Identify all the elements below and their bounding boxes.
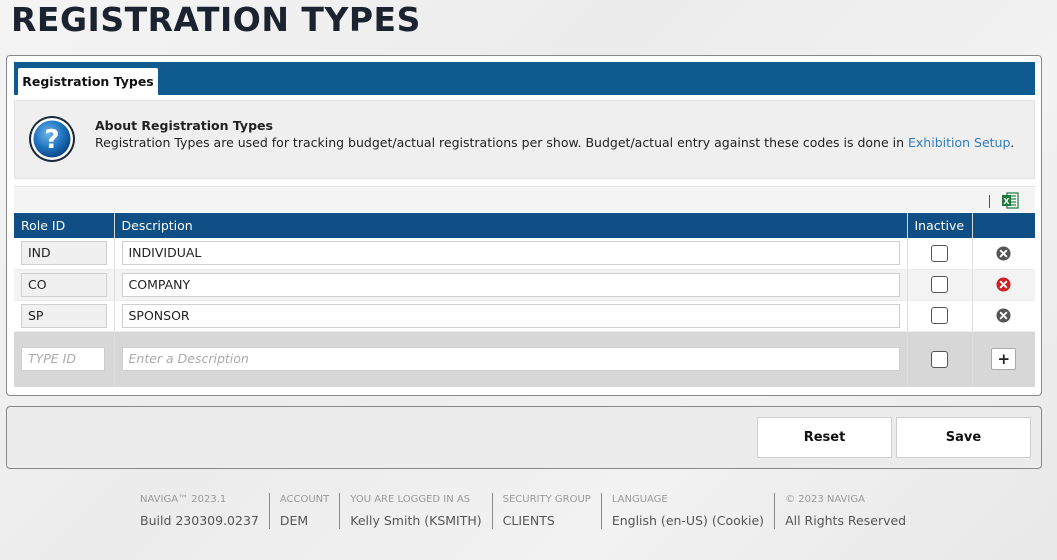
footer-label: SECURITY GROUP: [502, 494, 591, 505]
save-button[interactable]: Save: [896, 417, 1031, 458]
actions-panel: Reset Save: [6, 406, 1042, 469]
main-panel: Registration Types ? About Registration …: [6, 55, 1042, 396]
tab-registration-types[interactable]: Registration Types: [18, 68, 158, 95]
table-row: SP SPONSOR: [14, 300, 1035, 332]
registration-types-table: Role ID Description Inactive IND INDIVID…: [14, 213, 1035, 387]
inactive-checkbox[interactable]: [931, 276, 948, 293]
footer-value: Build 230309.0237: [140, 513, 259, 528]
description-input[interactable]: INDIVIDUAL: [121, 241, 900, 266]
footer-label: © 2023 NAVIGA: [785, 494, 865, 505]
reset-button[interactable]: Reset: [757, 417, 892, 458]
grid-toolbar: X: [14, 186, 1035, 212]
footer-copyright: © 2023 NAVIGA All Rights Reserved: [774, 493, 916, 529]
footer-version: NAVIGA™ 2023.1 Build 230309.0237: [130, 493, 269, 529]
svg-text:X: X: [1003, 197, 1010, 206]
footer-label: ACCOUNT: [279, 494, 330, 505]
footer-label: YOU ARE LOGGED IN AS: [350, 494, 471, 505]
delete-icon[interactable]: [996, 308, 1011, 323]
footer-value: All Rights Reserved: [785, 513, 907, 528]
header-inactive[interactable]: Inactive: [907, 213, 973, 238]
new-type-id-input[interactable]: TYPE ID: [21, 347, 105, 372]
about-box: ? About Registration Types Registration …: [14, 100, 1035, 179]
inactive-checkbox[interactable]: [931, 244, 948, 262]
footer-value: Kelly Smith (KSMITH): [350, 513, 482, 528]
new-inactive-checkbox[interactable]: [931, 350, 948, 368]
new-description-input[interactable]: Enter a Description: [121, 347, 900, 372]
header-description[interactable]: Description: [114, 213, 908, 238]
toolbar-divider: [989, 195, 990, 208]
header-role-id[interactable]: Role ID: [14, 213, 115, 238]
footer-value: English (en-US) (Cookie): [611, 513, 765, 528]
footer-label: LANGUAGE: [611, 494, 668, 505]
about-title: About Registration Types: [95, 118, 273, 133]
excel-icon[interactable]: X: [1001, 192, 1019, 209]
footer-value: DEM: [279, 513, 309, 528]
footer-label: NAVIGA™ 2023.1: [140, 494, 227, 505]
role-id-field: IND: [21, 241, 107, 266]
footer-language: LANGUAGE English (en-US) (Cookie): [600, 493, 774, 529]
table-row: CO COMPANY: [14, 269, 1035, 301]
help-icon: ?: [29, 116, 75, 162]
inactive-checkbox[interactable]: [931, 307, 948, 324]
about-description: Registration Types are used for tracking…: [95, 135, 908, 150]
footer-value: CLIENTS: [502, 513, 555, 528]
footer-account: ACCOUNT DEM: [268, 493, 339, 529]
new-row: TYPE ID Enter a Description +: [14, 331, 1035, 387]
tab-bar: Registration Types: [14, 62, 1035, 95]
add-button[interactable]: +: [991, 348, 1017, 371]
header-action: [972, 213, 1035, 238]
role-id-field: SP: [21, 303, 107, 328]
table-header-row: Role ID Description Inactive: [14, 213, 1035, 238]
description-input[interactable]: SPONSOR: [121, 303, 900, 328]
description-input[interactable]: COMPANY: [121, 272, 900, 297]
svg-text:?: ?: [44, 125, 59, 155]
delete-icon[interactable]: [996, 277, 1011, 292]
exhibition-setup-link[interactable]: Exhibition Setup: [908, 135, 1010, 150]
role-id-field: CO: [21, 272, 107, 297]
table-row: IND INDIVIDUAL: [14, 238, 1035, 270]
about-period: .: [1010, 135, 1015, 150]
delete-icon[interactable]: [996, 246, 1011, 261]
footer-security-group: SECURITY GROUP CLIENTS: [491, 493, 601, 529]
about-text: Registration Types are used for tracking…: [95, 135, 1014, 150]
footer: NAVIGA™ 2023.1 Build 230309.0237 ACCOUNT…: [130, 493, 916, 529]
footer-user: YOU ARE LOGGED IN AS Kelly Smith (KSMITH…: [339, 493, 491, 529]
page-title: REGISTRATION TYPES: [11, 0, 421, 39]
